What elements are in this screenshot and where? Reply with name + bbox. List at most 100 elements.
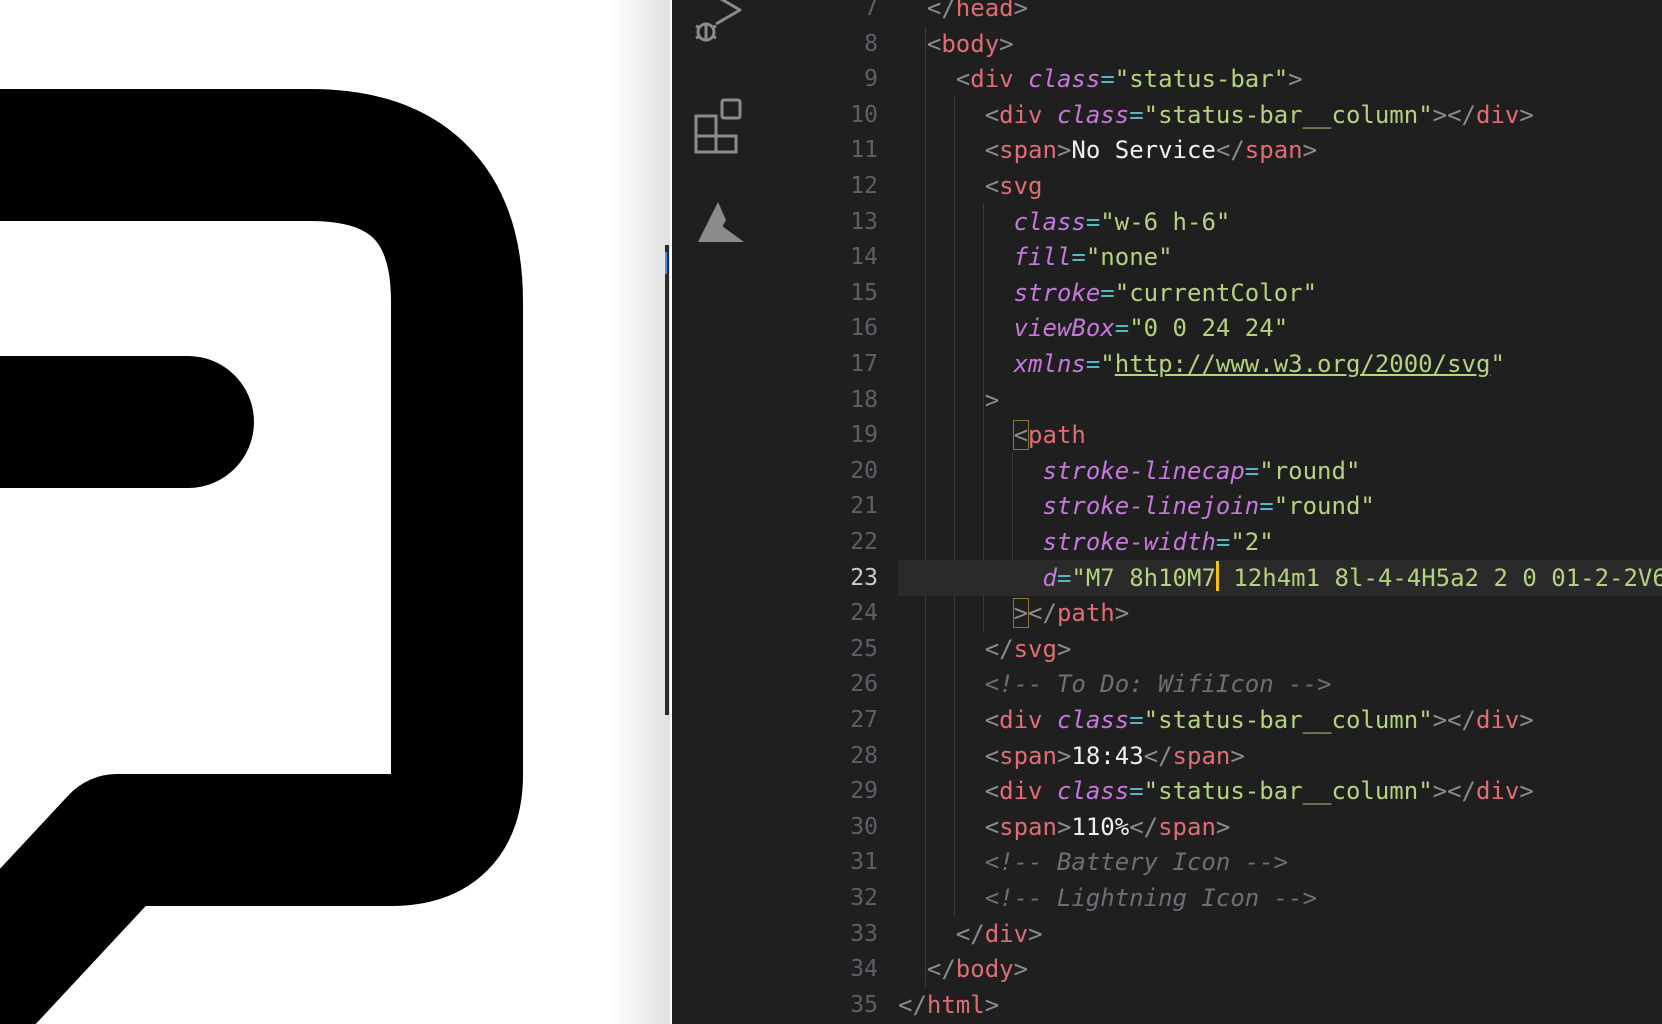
punctuation: > (1432, 706, 1448, 734)
tag-name: div (999, 100, 1043, 129)
attribute-name: class (1028, 65, 1101, 94)
punctuation: < (984, 136, 1000, 165)
icon-preview-pane (0, 0, 670, 1024)
code-line[interactable]: viewBox="0 0 24 24" (1014, 310, 1289, 346)
activity-bar (672, 0, 768, 1024)
punctuation: > (1056, 812, 1072, 841)
tag-name: span (999, 136, 1057, 165)
code-line[interactable]: d="M7 8h10M7 12h4m1 8l-4-4H5a2 2 0 01-2-… (1043, 560, 1662, 596)
punctuation: < (1012, 420, 1030, 451)
line-number: 8 (864, 30, 878, 57)
code-line[interactable]: <body> (927, 26, 1014, 62)
punctuation: > (1056, 741, 1072, 770)
line-number: 35 (850, 991, 878, 1018)
tag-name: span (1158, 812, 1216, 841)
attribute-value: "0 0 24 24" (1129, 314, 1289, 343)
code-line[interactable]: </svg> (985, 631, 1072, 667)
element-text: 18:43 (1071, 741, 1144, 770)
punctuation: = (1129, 706, 1144, 734)
code-line[interactable]: <!-- To Do: WifiIcon --> (985, 666, 1332, 702)
line-number: 32 (850, 885, 878, 911)
tag-name: path (1056, 599, 1115, 628)
code-line[interactable]: class="w-6 h-6" (1014, 204, 1231, 240)
line-number: 19 (850, 422, 878, 449)
punctuation: < (984, 741, 1000, 770)
code-line[interactable]: <!-- Battery Icon --> (985, 844, 1288, 880)
punctuation: = (1215, 528, 1231, 556)
tag-name: span (999, 812, 1057, 841)
extensions-icon[interactable] (692, 98, 748, 154)
punctuation: " (1100, 350, 1115, 378)
punctuation: = (1259, 492, 1274, 521)
code-line[interactable]: <!-- Lightning Icon --> (985, 880, 1317, 916)
attribute-value: "currentColor" (1114, 278, 1318, 307)
punctuation: = (1100, 65, 1115, 94)
element-text: No Service (1071, 136, 1216, 165)
code-line[interactable]: <svg (985, 168, 1043, 204)
code-line[interactable]: <div class="status-bar__column"></div> (985, 773, 1534, 809)
attribute-name: class (1056, 100, 1130, 129)
line-number: 25 (850, 635, 878, 662)
code-line[interactable]: <span>110%</span> (985, 809, 1231, 845)
tag-name: span (1172, 741, 1231, 770)
line-number-gutter: 7 8 9 10 11 12 13 14 15 16 17 18 19 20 21 22 23 24 25 26 27 2… (768, 0, 898, 1024)
code-line[interactable]: fill="none" (1014, 239, 1173, 275)
code-line[interactable]: > (985, 382, 999, 418)
attribute-value: "round" (1259, 456, 1361, 485)
punctuation (1043, 706, 1057, 734)
code-line[interactable]: <span>No Service</span> (985, 132, 1317, 168)
punctuation: </ (898, 990, 927, 1019)
code-line[interactable]: ></path> (1012, 595, 1130, 631)
code-line[interactable]: <div class="status-bar__column"></div> (985, 702, 1534, 738)
punctuation: < (984, 706, 1000, 734)
punctuation: < (984, 172, 1000, 200)
line-number: 12 (850, 173, 878, 199)
punctuation: </ (1447, 706, 1476, 734)
run-debug-icon[interactable] (692, 0, 748, 44)
code-line[interactable]: stroke="currentColor" (1014, 275, 1317, 311)
punctuation: </ (1447, 777, 1476, 806)
element-text: 110% (1071, 812, 1130, 841)
attribute-value: "w-6 h-6" (1100, 207, 1231, 236)
attribute-name: class (1013, 207, 1086, 236)
punctuation: < (984, 100, 1000, 129)
tag-name: div (1476, 777, 1520, 806)
line-number: 11 (850, 137, 878, 164)
punctuation: </ (955, 919, 985, 948)
attribute-value: "M7 8h10M7 (1071, 563, 1216, 592)
code-line[interactable]: </head> (927, 0, 1028, 26)
attribute-url: http://www.w3.org/2000/svg (1114, 350, 1491, 378)
punctuation: > (1114, 599, 1130, 628)
code-line[interactable]: </html> (898, 987, 999, 1023)
token: < (926, 29, 942, 58)
azure-icon[interactable] (692, 198, 748, 254)
punctuation: > (1215, 812, 1231, 841)
attribute-value: "none" (1085, 243, 1173, 272)
code-area[interactable]: </head> <body> <div class="status-bar"> <di… (898, 0, 1662, 1024)
punctuation: </ (926, 955, 956, 984)
attribute-value: "status-bar__column" (1143, 777, 1433, 806)
code-line[interactable]: </body> (927, 951, 1028, 987)
code-line[interactable]: <span>18:43</span> (985, 738, 1245, 774)
code-line[interactable]: xmlns="http://www.w3.org/2000/svg" (1014, 346, 1505, 382)
line-number: 14 (850, 244, 878, 271)
tag-name: svg (999, 172, 1043, 200)
line-number: 17 (850, 351, 878, 377)
token: > (1013, 0, 1029, 22)
code-line[interactable]: </div> (956, 916, 1043, 952)
attribute-value: "status-bar" (1114, 65, 1289, 94)
code-line[interactable]: <path (1012, 417, 1086, 453)
code-line[interactable]: <div class="status-bar"> (956, 61, 1303, 97)
code-line[interactable]: stroke-width="2" (1043, 524, 1274, 560)
punctuation (1043, 101, 1057, 129)
attribute-name: d (1042, 563, 1057, 592)
tag-name: div (999, 706, 1043, 734)
punctuation: > (1056, 136, 1072, 165)
attribute-name: class (1056, 706, 1130, 734)
punctuation: > (1028, 919, 1043, 948)
code-line[interactable]: stroke-linecap="round" (1043, 453, 1361, 489)
code-line[interactable]: <div class="status-bar__column"></div> (985, 97, 1534, 133)
code-line[interactable]: stroke-linejoin="round" (1043, 488, 1375, 524)
punctuation: < (984, 812, 1000, 841)
code-comment: <!-- To Do: WifiIcon --> (984, 670, 1332, 699)
